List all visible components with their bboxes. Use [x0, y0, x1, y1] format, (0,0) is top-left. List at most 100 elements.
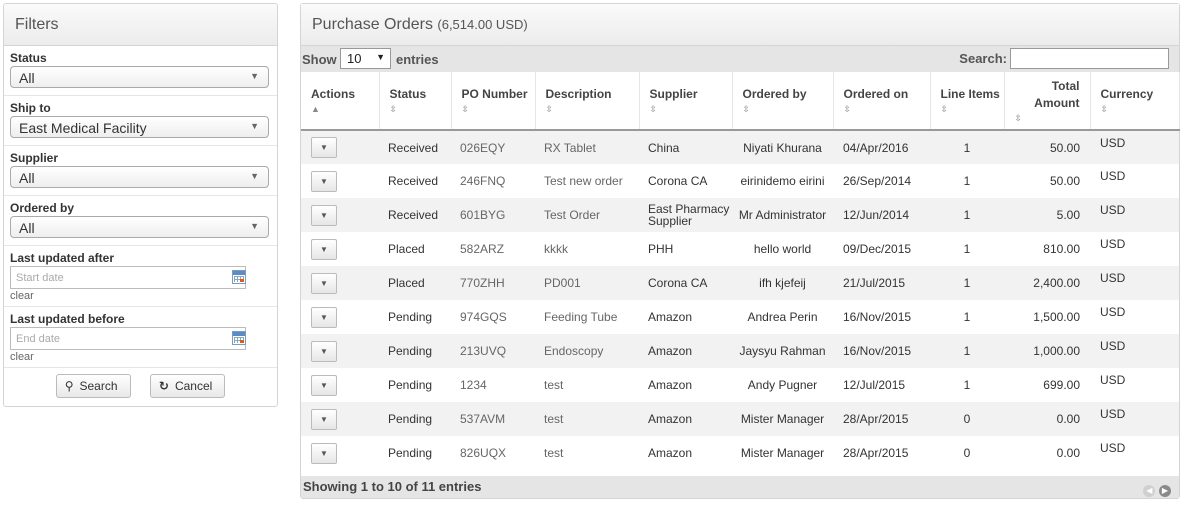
start-date-input[interactable]: Start date	[10, 266, 246, 289]
row-currency: USD	[1100, 373, 1126, 387]
row-supplier: Amazon	[648, 378, 693, 392]
row-line-items: 1	[930, 130, 1004, 164]
updated-before-filter: Last updated before End date clear	[4, 307, 277, 368]
row-po-number: 026EQY	[451, 130, 535, 164]
row-total-amount: 50.00	[1004, 130, 1090, 164]
purchase-orders-header: Purchase Orders (6,514.00 USD)	[301, 4, 1179, 46]
column-status[interactable]: Status ⇳	[379, 72, 452, 131]
row-actions-dropdown-button[interactable]: ▼	[311, 374, 337, 396]
purchase-orders-panel: Purchase Orders (6,514.00 USD) Show 10 ▼…	[300, 3, 1180, 499]
row-actions-dropdown-button[interactable]: ▼	[311, 408, 337, 430]
column-currency[interactable]: Currency ⇳	[1090, 72, 1180, 131]
chevron-down-icon: ▼	[250, 121, 259, 131]
filters-title: Filters	[4, 4, 277, 46]
row-ordered-by: Mister Manager	[732, 402, 833, 436]
column-ordered-by-label: Ordered by	[742, 87, 807, 101]
ship-to-select[interactable]: East Medical Facility ▼	[10, 116, 269, 138]
column-total-amount-label: Total Amount	[1034, 78, 1080, 110]
sort-icon: ⇳	[1014, 112, 1023, 123]
row-line-items: 1	[963, 378, 971, 392]
end-date-input[interactable]: End date	[10, 327, 246, 350]
row-po-number: 974GQS	[460, 310, 507, 324]
row-description: Test new order	[544, 174, 623, 188]
row-actions-dropdown-button[interactable]: ▼	[311, 442, 337, 464]
cancel-button-label: Cancel	[174, 379, 213, 393]
row-line-items: 1	[963, 242, 971, 256]
supplier-label: Supplier	[10, 151, 59, 165]
row-supplier: Amazon	[639, 402, 732, 436]
row-total-amount: 50.00	[1049, 174, 1080, 188]
row-status: Pending	[388, 378, 433, 392]
column-actions[interactable]: Actions ▲	[301, 72, 380, 131]
row-supplier: Amazon	[648, 310, 693, 324]
pagination: ◀ ▶	[1143, 481, 1171, 497]
row-total-amount: 810.00	[1043, 242, 1080, 256]
column-description-label: Description	[545, 87, 612, 101]
chevron-down-icon: ▼	[320, 414, 328, 424]
clear-end-date-link[interactable]: clear	[10, 351, 271, 364]
row-ordered-by: Mr Administrator	[732, 198, 833, 232]
column-total-amount[interactable]: Total Amount ⇳	[1004, 72, 1091, 131]
page-length-select[interactable]: 10 ▼	[340, 48, 391, 69]
calendar-icon[interactable]	[232, 270, 246, 284]
status-label: Status	[10, 51, 47, 65]
supplier-select[interactable]: All ▼	[10, 166, 269, 188]
row-ordered-on: 28/Apr/2015	[833, 402, 930, 436]
row-status: Received	[388, 174, 439, 188]
calendar-icon[interactable]	[232, 331, 246, 345]
row-actions-dropdown-button[interactable]: ▼	[311, 272, 337, 294]
row-currency: USD	[1090, 198, 1179, 232]
row-line-items: 1	[963, 310, 971, 324]
row-po-number: 537AVM	[451, 402, 535, 436]
column-description[interactable]: Description ⇳	[535, 72, 640, 131]
row-po-number: 213UVQ	[451, 334, 535, 368]
clear-start-date-link[interactable]: clear	[10, 290, 271, 303]
row-status: Pending	[379, 402, 451, 436]
column-po-number[interactable]: PO Number ⇳	[451, 72, 536, 131]
row-ordered-on: 04/Apr/2016	[833, 130, 930, 164]
cancel-button[interactable]: ↻ Cancel	[149, 374, 226, 398]
column-ordered-on[interactable]: Ordered on ⇳	[833, 72, 931, 131]
row-actions-dropdown-button[interactable]: ▼	[311, 340, 337, 362]
table-row: ▼ Pending 537AVM test Amazon Mister Manager 28…	[301, 402, 1179, 436]
row-po-number: 1234	[460, 378, 487, 392]
chevron-down-icon: ▼	[320, 176, 328, 186]
row-actions: ▼	[301, 402, 379, 436]
column-supplier[interactable]: Supplier ⇳	[639, 72, 733, 131]
row-description: Test Order	[535, 198, 639, 232]
row-line-items: 1	[930, 334, 1004, 368]
table-row: ▼ Pending 213UVQ Endoscopy Amazon Jaysyu Rahm…	[301, 334, 1179, 368]
supplier-select-value: All	[19, 170, 35, 186]
orders-total: (6,514.00 USD)	[437, 17, 528, 32]
row-actions-dropdown-button[interactable]: ▼	[311, 238, 337, 260]
column-line-items[interactable]: Line Items ⇳	[930, 72, 1005, 131]
column-currency-label: Currency	[1100, 87, 1154, 101]
prev-page-icon[interactable]: ◀	[1143, 485, 1156, 497]
row-actions-dropdown-button[interactable]: ▼	[311, 204, 337, 226]
row-description: RX Tablet	[535, 130, 639, 164]
row-ordered-by: Andrea Perin	[747, 310, 818, 324]
row-po-number: 582ARZ	[460, 242, 505, 256]
row-supplier: Amazon	[639, 334, 732, 368]
row-actions-dropdown-button[interactable]: ▼	[311, 137, 337, 158]
row-supplier: Corona CA	[648, 174, 708, 188]
row-description: Feeding Tube	[544, 310, 618, 324]
ship-to-select-value: East Medical Facility	[19, 120, 147, 136]
updated-after-label: Last updated after	[10, 251, 115, 265]
row-status: Received	[379, 198, 451, 232]
ordered-by-select[interactable]: All ▼	[10, 216, 269, 238]
orders-table-body: ▼ Received 026EQY RX Tablet China Niyati Khur…	[301, 130, 1179, 470]
status-select[interactable]: All ▼	[10, 66, 269, 88]
next-page-icon[interactable]: ▶	[1159, 485, 1171, 497]
column-status-label: Status	[389, 87, 427, 101]
table-row: ▼ Placed 582ARZ kkkk PHH hello world 09/Dec/20…	[301, 232, 1179, 266]
chevron-down-icon: ▼	[250, 171, 259, 181]
row-po-number: 826UQX	[460, 446, 507, 460]
search-input[interactable]	[1010, 48, 1169, 69]
chevron-down-icon: ▼	[320, 210, 328, 220]
search-button[interactable]: ⚲ Search	[55, 374, 131, 398]
row-actions-dropdown-button[interactable]: ▼	[311, 306, 337, 328]
refresh-icon: ↻	[158, 379, 169, 393]
column-ordered-by[interactable]: Ordered by ⇳	[732, 72, 834, 131]
row-actions-dropdown-button[interactable]: ▼	[311, 170, 337, 192]
